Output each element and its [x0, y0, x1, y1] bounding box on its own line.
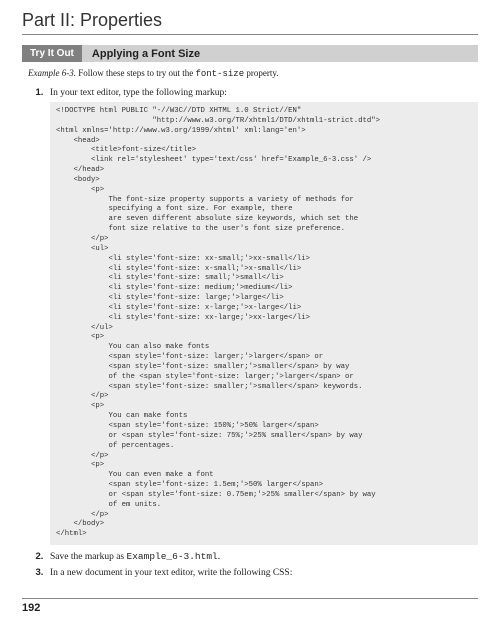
- step-2: Save the markup as Example_6-3.html.: [46, 551, 478, 562]
- code-block: <!DOCTYPE html PUBLIC "-//W3C//DTD XHTML…: [50, 102, 478, 545]
- example-ref: Example 6-3.: [28, 68, 76, 78]
- example-intro: Example 6-3. Follow these steps to try o…: [28, 68, 478, 79]
- step-2-c: .: [218, 552, 220, 562]
- step-3-text: In a new document in your text editor, w…: [50, 568, 292, 578]
- part-title: Part II: Properties: [22, 10, 478, 35]
- example-tail: property.: [244, 68, 278, 78]
- tryit-topic: Applying a Font Size: [82, 45, 210, 62]
- step-2-a: Save the markup as: [50, 552, 127, 562]
- tryit-bar: Try It Out Applying a Font Size: [22, 45, 478, 62]
- step-3: In a new document in your text editor, w…: [46, 567, 478, 578]
- step-1: In your text editor, type the following …: [46, 87, 478, 545]
- example-code-word: font-size: [195, 69, 244, 79]
- step-2-filename: Example_6-3.html: [127, 551, 218, 562]
- step-1-text: In your text editor, type the following …: [50, 88, 227, 98]
- steps-list: In your text editor, type the following …: [46, 87, 478, 578]
- tryit-label: Try It Out: [22, 45, 82, 62]
- page-number: 192: [22, 598, 478, 614]
- example-text: Follow these steps to try out the: [76, 68, 196, 78]
